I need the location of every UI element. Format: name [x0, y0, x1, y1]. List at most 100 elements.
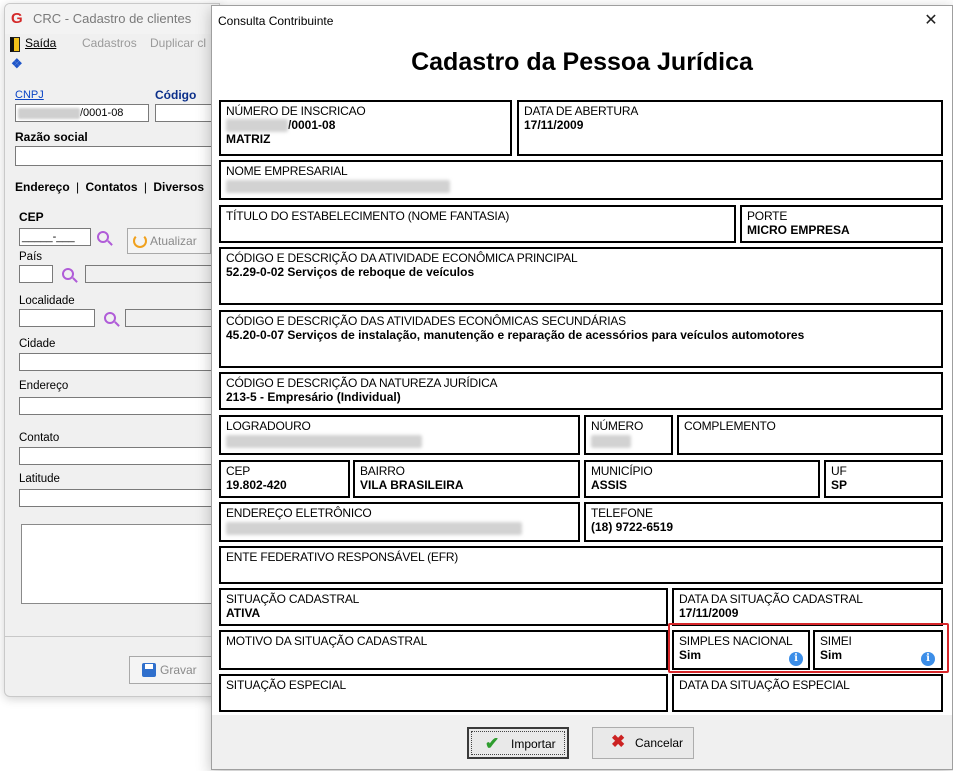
- atividade-principal-label: CÓDIGO E DESCRIÇÃO DA ATIVIDADE ECONÔMIC…: [226, 251, 578, 265]
- atividades-secundarias-label: CÓDIGO E DESCRIÇÃO DAS ATIVIDADES ECONÔM…: [226, 314, 626, 328]
- numero-inscricao-suffix: /0001-08: [288, 118, 336, 132]
- complemento-label: COMPLEMENTO: [684, 419, 776, 433]
- pais-name-input[interactable]: [85, 265, 217, 283]
- cnpj-input[interactable]: /0001-08: [15, 104, 149, 122]
- crc-tabs: Endereço | Contatos | Diversos: [15, 180, 204, 194]
- bairro-label: BAIRRO: [360, 464, 405, 478]
- importar-button[interactable]: ✔ Importar: [467, 727, 569, 759]
- atualizar-label: Atualizar: [150, 234, 197, 248]
- data-situacao-especial-box: DATA DA SITUAÇÃO ESPECIAL: [672, 674, 943, 712]
- search-localidade-icon[interactable]: [104, 312, 116, 324]
- logradouro-box: LOGRADOURO: [219, 415, 580, 455]
- crc-divider: [5, 636, 219, 637]
- razao-social-label: Razão social: [15, 130, 88, 144]
- tab-endereco[interactable]: Endereço: [15, 180, 70, 194]
- numero-box: NÚMERO: [584, 415, 673, 455]
- dialog-title: Consulta Contribuinte: [218, 14, 334, 28]
- natureza-juridica-box: CÓDIGO E DESCRIÇÃO DA NATUREZA JURÍDICA …: [219, 372, 943, 410]
- latitude-label: Latitude: [19, 473, 60, 485]
- uf-label: UF: [831, 464, 847, 478]
- nome-empresarial-box: NOME EMPRESARIAL: [219, 160, 943, 200]
- data-situacao-cadastral-box: DATA DA SITUAÇÃO CADASTRAL 17/11/2009: [672, 588, 943, 626]
- cnpj-link[interactable]: CNPJ: [15, 89, 44, 101]
- dialog-titlebar: Consulta Contribuinte ✕: [212, 6, 952, 36]
- numero-label: NÚMERO: [591, 419, 644, 433]
- tab-contatos[interactable]: Contatos: [86, 180, 138, 194]
- data-abertura-label: DATA DE ABERTURA: [524, 104, 639, 118]
- telefone-label: TELEFONE: [591, 506, 653, 520]
- latitude-input[interactable]: [19, 489, 217, 507]
- close-icon[interactable]: ✕: [918, 10, 944, 32]
- importar-label: Importar: [511, 737, 556, 751]
- matriz-value: MATRIZ: [226, 132, 271, 147]
- navigation-arrows-icon[interactable]: ❖: [11, 56, 23, 72]
- tab-separator: |: [143, 180, 147, 194]
- titulo-estabelecimento-label: TÍTULO DO ESTABELECIMENTO (NOME FANTASIA…: [226, 209, 510, 223]
- redacted-nome-empresarial: [226, 180, 450, 194]
- cep-box: CEP 19.802-420: [219, 460, 350, 498]
- nome-empresarial-label: NOME EMPRESARIAL: [226, 164, 348, 178]
- localidade-code-input[interactable]: [19, 309, 95, 327]
- motivo-situacao-box: MOTIVO DA SITUAÇÃO CADASTRAL: [219, 630, 668, 670]
- data-abertura-value: 17/11/2009: [524, 118, 584, 132]
- crc-titlebar: G CRC - Cadastro de clientes: [5, 4, 219, 34]
- atividade-principal-box: CÓDIGO E DESCRIÇÃO DA ATIVIDADE ECONÔMIC…: [219, 247, 943, 305]
- cnpj-redacted: [18, 107, 80, 119]
- localidade-name-input[interactable]: [125, 309, 217, 327]
- razao-social-input[interactable]: [15, 146, 215, 166]
- data-situacao-cadastral-value: 17/11/2009: [679, 606, 739, 620]
- page-title: Cadastro da Pessoa Jurídica: [411, 48, 753, 76]
- porte-value: MICRO EMPRESA: [747, 223, 850, 237]
- atualizar-button[interactable]: Atualizar: [127, 228, 211, 254]
- cancelar-label: Cancelar: [635, 736, 684, 750]
- numero-inscricao-value: /0001-08: [226, 118, 505, 133]
- menu-cadastros[interactable]: Cadastros: [82, 36, 137, 50]
- redacted-numero: [591, 435, 631, 449]
- natureza-juridica-value: 213-5 - Empresário (Individual): [226, 390, 401, 404]
- municipio-label: MUNICÍPIO: [591, 464, 653, 478]
- uf-box: UF SP: [824, 460, 943, 498]
- cep-input[interactable]: _____-___: [19, 228, 91, 246]
- cep-label: CEP: [19, 210, 44, 224]
- bairro-box: BAIRRO VILA BRASILEIRA: [353, 460, 580, 498]
- porte-label: PORTE: [747, 209, 788, 223]
- observacoes-textarea[interactable]: [21, 524, 217, 604]
- menu-duplicar[interactable]: Duplicar cl: [150, 36, 206, 50]
- telefone-value: (18) 9722-6519: [591, 520, 674, 534]
- data-situacao-especial-label: DATA DA SITUAÇÃO ESPECIAL: [679, 678, 850, 692]
- efr-label: ENTE FEDERATIVO RESPONSÁVEL (EFR): [226, 550, 459, 564]
- dialog-footer: ✔ Importar ✖ Cancelar: [212, 715, 952, 769]
- cidade-label: Cidade: [19, 338, 56, 350]
- numero-inscricao-box: NÚMERO DE INSCRICAO /0001-08 MATRIZ: [219, 100, 512, 156]
- bairro-value: VILA BRASILEIRA: [360, 478, 464, 492]
- municipio-value: ASSIS: [591, 478, 628, 492]
- search-pais-icon[interactable]: [62, 268, 74, 280]
- refresh-icon: [133, 234, 147, 248]
- endereco-input[interactable]: [19, 397, 217, 415]
- consulta-contribuinte-dialog: Consulta Contribuinte ✕ Cadastro da Pess…: [211, 5, 953, 770]
- crc-window-title: CRC - Cadastro de clientes: [33, 11, 192, 26]
- motivo-situacao-label: MOTIVO DA SITUAÇÃO CADASTRAL: [226, 634, 428, 648]
- situacao-especial-box: SITUAÇÃO ESPECIAL: [219, 674, 668, 712]
- cep-doc-label: CEP: [226, 464, 251, 478]
- gravar-button[interactable]: Gravar: [129, 656, 219, 684]
- tab-diversos[interactable]: Diversos: [153, 180, 204, 194]
- cancelar-button[interactable]: ✖ Cancelar: [592, 727, 694, 759]
- pais-label: País: [19, 251, 43, 263]
- codigo-input[interactable]: [155, 104, 215, 122]
- search-cep-icon[interactable]: [97, 231, 109, 243]
- exit-door-icon[interactable]: [10, 37, 20, 52]
- data-abertura-box: DATA DE ABERTURA 17/11/2009: [517, 100, 943, 156]
- cidade-input[interactable]: [19, 353, 217, 371]
- app-logo-icon: G: [11, 10, 23, 27]
- localidade-label: Localidade: [19, 295, 75, 307]
- simples-highlight-frame: [668, 623, 949, 673]
- pais-code-input[interactable]: [19, 265, 53, 283]
- menu-saida[interactable]: Saída: [25, 36, 56, 50]
- redacted-cnpj: [226, 119, 288, 133]
- contato-input[interactable]: [19, 447, 217, 465]
- codigo-label: Código: [155, 88, 197, 102]
- complemento-box: COMPLEMENTO: [677, 415, 943, 455]
- cnpj-suffix: /0001-08: [80, 107, 124, 119]
- crc-window: G CRC - Cadastro de clientes Saída Cadas…: [4, 3, 220, 697]
